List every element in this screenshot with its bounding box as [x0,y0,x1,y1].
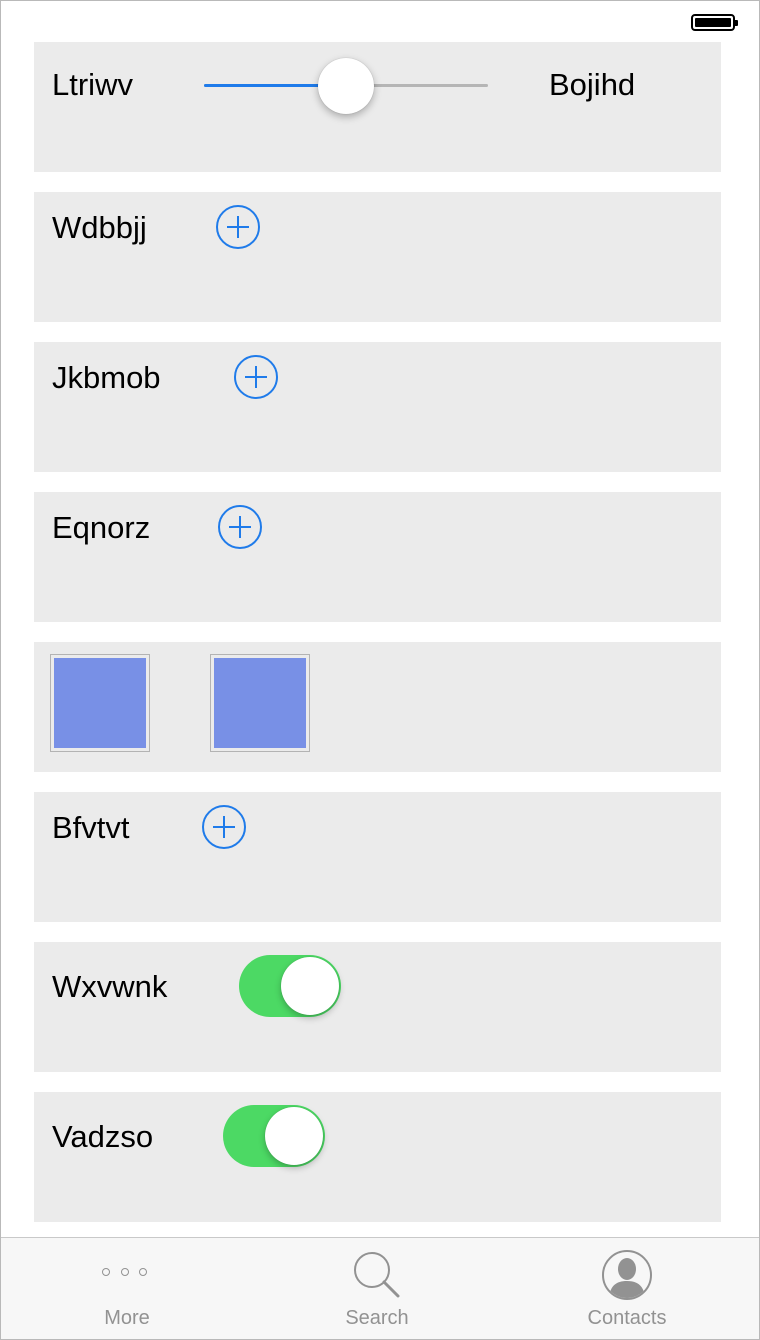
image-swatch [54,658,146,748]
row-label: Jkbmob [52,360,161,395]
row-label: Vadzso [52,1119,154,1154]
row-label: Bfvtvt [52,810,130,845]
toggle-knob [265,1107,323,1165]
tab-label: Contacts [587,1307,667,1329]
row-label: Wdbbjj [52,210,147,245]
toggle-switch[interactable] [239,955,341,1017]
slider-left-label: Ltriwv [52,67,133,102]
image-swatch [214,658,306,748]
image-thumbnail[interactable] [210,654,310,752]
toggle-knob [281,957,339,1015]
battery-icon [691,14,738,31]
tab-contacts[interactable]: Contacts [501,1238,753,1339]
slider[interactable] [204,58,488,114]
add-row: Bfvtvt [34,792,721,922]
tab-label: Search [345,1307,409,1329]
tab-more[interactable]: More [1,1238,253,1339]
plus-circle-icon[interactable] [216,205,260,249]
tab-label: More [104,1307,150,1329]
status-bar [1,1,759,41]
toggle-row: Wxvwnk [34,942,721,1072]
app-screen: Ltriwv Bojihd Wdbbjj Jkbmob Eqnorz Bfvtv… [0,0,760,1340]
add-row: Jkbmob [34,342,721,472]
add-row: Eqnorz [34,492,721,622]
tab-search[interactable]: Search [251,1238,503,1339]
toggle-switch[interactable] [223,1105,325,1167]
row-label: Eqnorz [52,510,151,545]
plus-circle-icon[interactable] [202,805,246,849]
slider-right-label: Bojihd [549,67,636,102]
toggle-row: Vadzso [34,1092,721,1222]
add-row: Wdbbjj [34,192,721,322]
slider-row: Ltriwv Bojihd [34,42,721,172]
slider-thumb[interactable] [318,58,374,114]
image-thumbnail[interactable] [50,654,150,752]
row-label: Wxvwnk [52,969,168,1004]
plus-circle-icon[interactable] [234,355,278,399]
plus-circle-icon[interactable] [218,505,262,549]
contacts-icon [602,1250,652,1300]
more-dots-icon [102,1268,152,1280]
image-row [34,642,721,772]
tab-bar: More Search Contacts [1,1237,759,1339]
search-icon [354,1252,400,1298]
